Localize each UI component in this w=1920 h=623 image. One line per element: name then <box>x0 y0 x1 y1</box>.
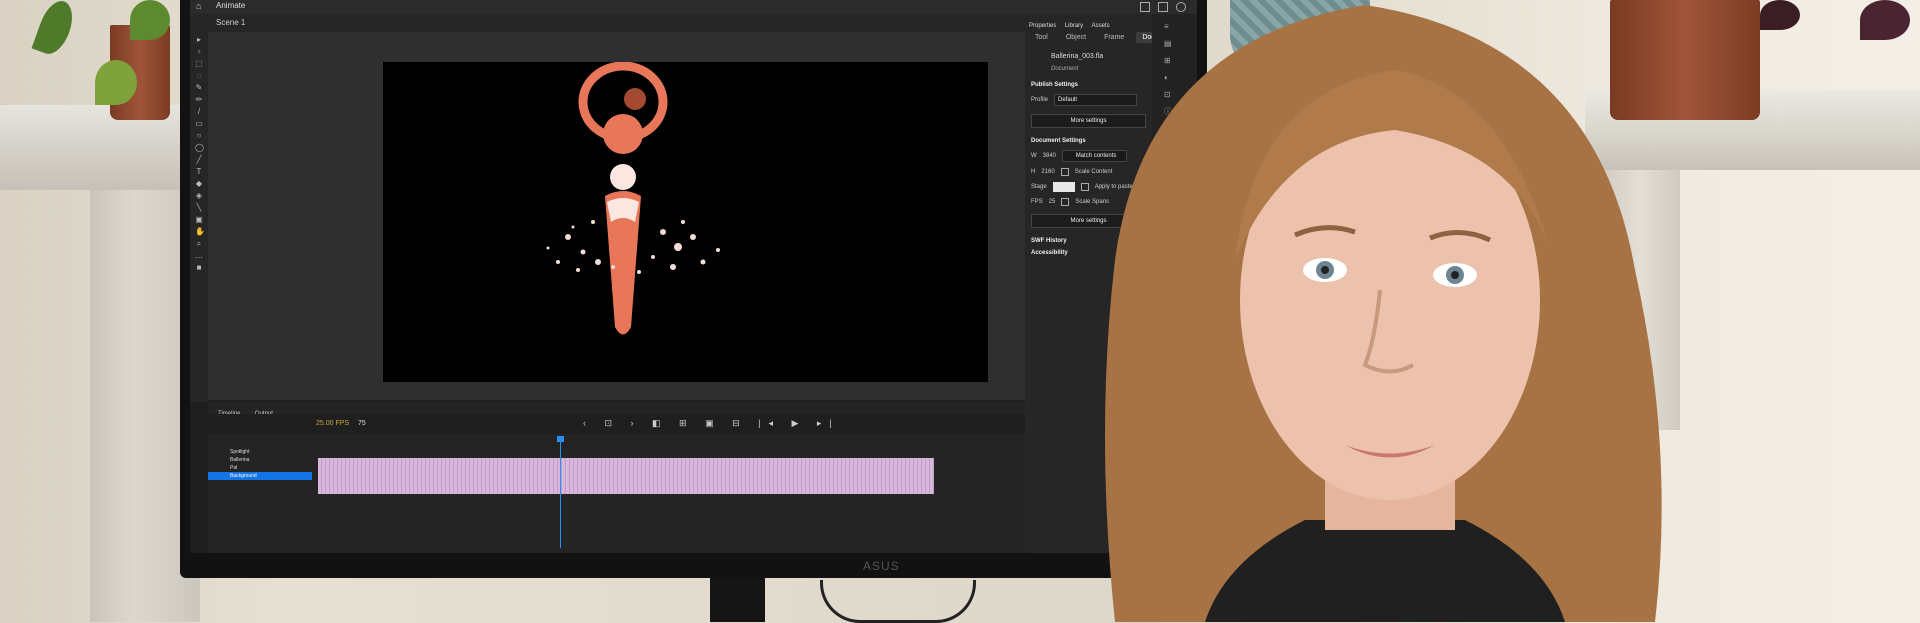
layer-ballerina[interactable]: Ballerina <box>208 456 312 464</box>
monitor-cable <box>820 580 976 623</box>
app-name: Animate <box>216 1 246 10</box>
brush-tool-icon[interactable]: ✏ <box>195 96 203 104</box>
pen-tool-icon[interactable]: ✎ <box>195 84 203 92</box>
frame-ruler[interactable] <box>318 442 968 450</box>
playback-controls[interactable]: ‹ ⊡ › ◧ ⊞ ▣ ⊟ |◂ ▶ ▸| <box>583 418 840 429</box>
layer-pal[interactable]: Pal <box>208 464 312 472</box>
monitor-stand <box>710 578 765 622</box>
plant-leaf <box>1860 0 1910 40</box>
camera-tool-icon[interactable]: ▣ <box>195 216 203 224</box>
subselect-tool-icon[interactable]: ▫ <box>195 48 203 56</box>
layer-spotlight[interactable]: Spotlight <box>208 448 312 456</box>
scene-bar: Scene 1 <box>190 14 1025 32</box>
polystar-tool-icon[interactable]: ◯ <box>195 144 204 152</box>
layers-list: Spotlight Ballerina Pal Background <box>208 448 312 480</box>
eraser-tool-icon[interactable]: ◆ <box>195 180 203 188</box>
free-transform-icon[interactable]: ⬚ <box>195 60 203 68</box>
mantel-left <box>0 105 200 190</box>
pencil-tool-icon[interactable]: / <box>195 108 203 116</box>
stroke-color-icon[interactable]: ■ <box>195 264 203 272</box>
plant-leaf <box>95 60 137 105</box>
timeline-controls: 25.00 FPS 75 ‹ ⊡ › ◧ ⊞ ▣ ⊟ |◂ ▶ ▸| <box>208 414 1025 434</box>
selection-tool-icon[interactable]: ▸ <box>195 36 203 44</box>
plant-leaf <box>31 0 79 59</box>
zoom-tool-icon[interactable]: ⌕ <box>195 240 203 248</box>
playhead[interactable] <box>557 436 564 548</box>
plant-leaf <box>130 0 170 40</box>
plant-leaf <box>1760 0 1800 30</box>
timeline-panel: Timeline Output 25.00 FPS 75 ‹ ⊡ › ◧ ⊞ ▣… <box>208 402 1025 553</box>
text-tool-icon[interactable]: T <box>195 168 203 176</box>
stage[interactable] <box>383 62 988 382</box>
oval-tool-icon[interactable]: ○ <box>195 132 203 140</box>
scene-selector[interactable]: Scene 1 <box>216 18 245 27</box>
rectangle-tool-icon[interactable]: ▭ <box>195 120 203 128</box>
tools-panel: ▸ ▫ ⬚ ◌ ✎ ✏ / ▭ ○ ◯ ╱ T ◆ ◈ ╲ ▣ ✋ ⌕ … ■ <box>190 32 208 402</box>
current-frame[interactable]: 75 <box>358 420 366 427</box>
presenter <box>1105 5 1662 622</box>
monitor-brand-logo: ASUS <box>863 559 900 573</box>
hand-tool-icon[interactable]: ✋ <box>195 228 205 236</box>
timeline-frames[interactable] <box>318 458 934 494</box>
line-tool-icon[interactable]: ╱ <box>195 156 203 164</box>
paint-bucket-icon[interactable]: ◈ <box>195 192 203 200</box>
lasso-icon[interactable]: ◌ <box>195 72 203 80</box>
ballerina-illustration <box>546 62 720 335</box>
more-tools-icon[interactable]: … <box>195 252 203 260</box>
home-icon[interactable]: ⌂ <box>196 1 201 11</box>
layer-background[interactable]: Background <box>208 472 312 480</box>
eyedropper-icon[interactable]: ╲ <box>195 204 203 212</box>
fps-display[interactable]: 25.00 FPS <box>316 420 349 427</box>
